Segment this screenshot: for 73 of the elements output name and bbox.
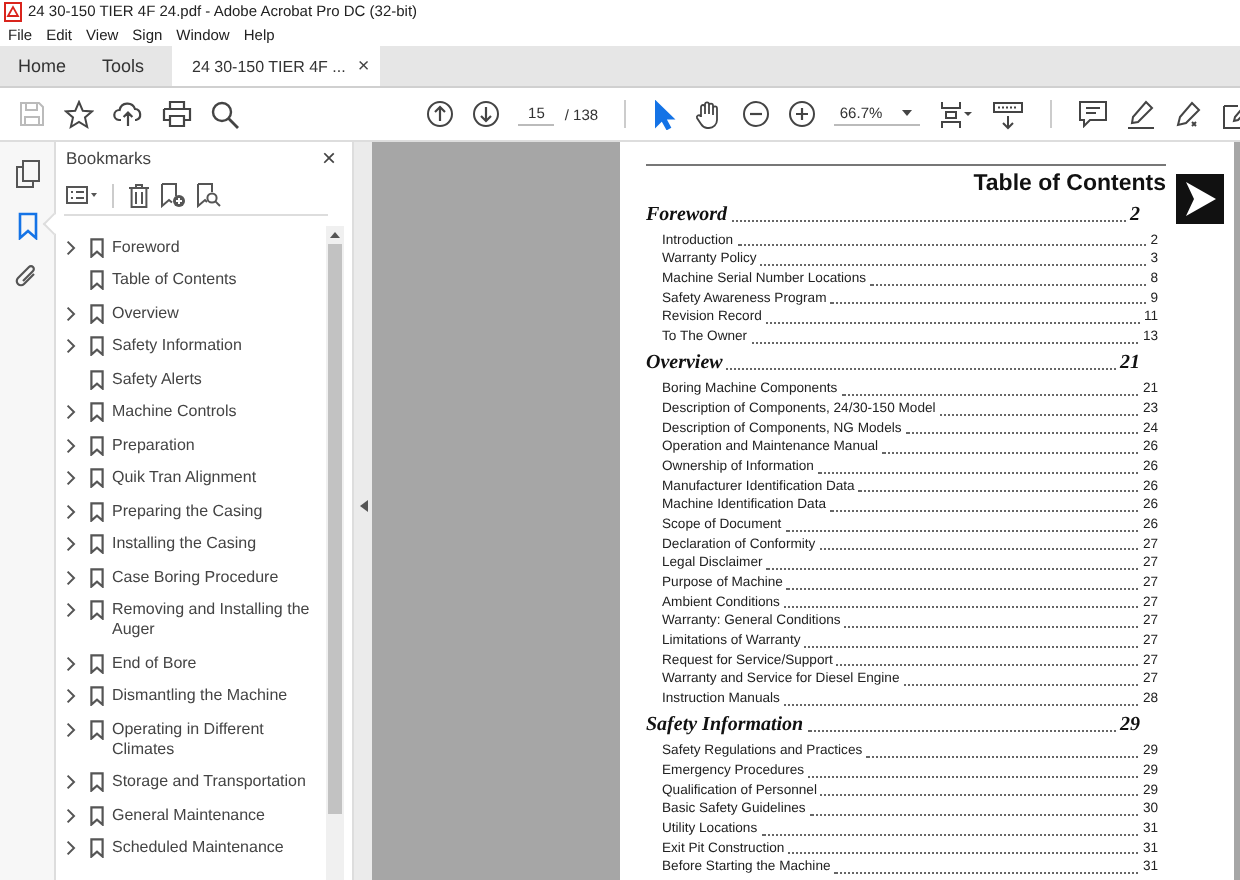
- bookmark-item[interactable]: Safety Information: [64, 329, 326, 362]
- options-icon[interactable]: [66, 186, 98, 204]
- zoom-in-icon[interactable]: [787, 100, 816, 128]
- bookmark-item[interactable]: Safety Alerts: [64, 362, 326, 395]
- bookmark-item[interactable]: Operating in Different Climates: [64, 712, 326, 765]
- bookmark-item[interactable]: Overview: [64, 296, 326, 329]
- tab[interactable]: Tools: [84, 46, 163, 86]
- chevron-icon[interactable]: [66, 470, 76, 486]
- bookmark-item[interactable]: Preparation: [64, 428, 326, 461]
- print-icon[interactable]: [162, 100, 192, 128]
- zoom-out-icon[interactable]: [741, 100, 770, 128]
- hand-icon[interactable]: [693, 99, 724, 129]
- bookmark-item[interactable]: Preparing the Casing: [64, 494, 326, 527]
- collapse-icon[interactable]: [359, 499, 367, 511]
- close-button[interactable]: ×: [357, 55, 370, 77]
- chevron-icon[interactable]: [66, 569, 76, 585]
- bookmark-item[interactable]: Installing the Casing: [64, 527, 326, 560]
- next-page-icon[interactable]: [472, 100, 501, 128]
- chevron-icon[interactable]: [66, 503, 76, 519]
- bookmark-item[interactable]: Table of Contents: [64, 263, 326, 296]
- bookmark-item[interactable]: Dismantling the Machine: [64, 679, 326, 712]
- pen-icon[interactable]: [1174, 99, 1204, 129]
- chevron-icon[interactable]: [66, 437, 76, 453]
- previous-page-icon[interactable]: [426, 100, 455, 128]
- tab[interactable]: Home: [0, 46, 85, 86]
- bookmark-item[interactable]: General Maintenance: [64, 798, 326, 831]
- chevron-icon[interactable]: [66, 721, 76, 737]
- add-bookmark-icon[interactable]: [160, 182, 186, 208]
- tab[interactable]: 24 30-150 TIER 4F ... ×: [172, 46, 380, 86]
- chevron-icon[interactable]: [66, 602, 76, 618]
- paperclip-icon[interactable]: [14, 264, 40, 290]
- chevron-icon[interactable]: [66, 536, 76, 552]
- chevron-icon[interactable]: [66, 840, 76, 856]
- highlighter-icon[interactable]: [1126, 99, 1156, 129]
- chevron-icon[interactable]: [66, 807, 76, 823]
- section-heading: Overview: [646, 350, 723, 377]
- close-button[interactable]: ×: [321, 144, 336, 172]
- search-icon[interactable]: [210, 99, 240, 129]
- bookmark-item[interactable]: Removing and Installing the Auger: [64, 593, 326, 646]
- bookmark-item[interactable]: Machine Controls: [64, 395, 326, 428]
- scroll-up-icon[interactable]: [330, 232, 340, 238]
- bookmark-item[interactable]: End of Bore: [64, 646, 326, 679]
- chevron-icon[interactable]: [66, 688, 76, 704]
- cloud-upload-icon[interactable]: [112, 100, 144, 128]
- chevron-icon[interactable]: [66, 305, 76, 321]
- panel-title: Bookmarks: [66, 148, 152, 168]
- page-heading: Table of Contents: [971, 170, 1166, 198]
- chevron-icon[interactable]: [66, 774, 76, 790]
- trash-icon[interactable]: [128, 183, 150, 207]
- bookmark-item[interactable]: Case Boring Procedure: [64, 560, 326, 593]
- section-heading: Safety Information: [646, 712, 804, 739]
- section-heading: Foreword: [646, 201, 728, 227]
- chevron-icon[interactable]: [66, 655, 76, 671]
- chevron-icon[interactable]: [66, 239, 76, 255]
- bookmark-item[interactable]: Scheduled Maintenance: [64, 831, 326, 864]
- find-bookmark-icon[interactable]: [196, 182, 222, 208]
- pages-icon[interactable]: [15, 159, 39, 187]
- scroll-mode-icon[interactable]: [992, 99, 1025, 129]
- page-number: 2: [1130, 201, 1140, 227]
- fit-page-icon[interactable]: [938, 99, 975, 129]
- caret-icon: [902, 109, 913, 115]
- chevron-icon[interactable]: [66, 338, 76, 354]
- star-icon[interactable]: [64, 99, 94, 129]
- comment-icon[interactable]: [1078, 100, 1108, 128]
- pointer-icon[interactable]: [651, 99, 676, 129]
- page-number: 21: [1120, 350, 1140, 377]
- scrollbar[interactable]: [326, 226, 344, 880]
- page-number: 29: [1120, 712, 1140, 739]
- bookmark-icon[interactable]: [17, 211, 37, 239]
- bookmark-item[interactable]: Storage and Transportation: [64, 765, 326, 798]
- chevron-icon[interactable]: [66, 404, 76, 420]
- bookmark-item[interactable]: Quik Tran Alignment: [64, 461, 326, 494]
- bookmark-item[interactable]: Foreword: [64, 230, 326, 263]
